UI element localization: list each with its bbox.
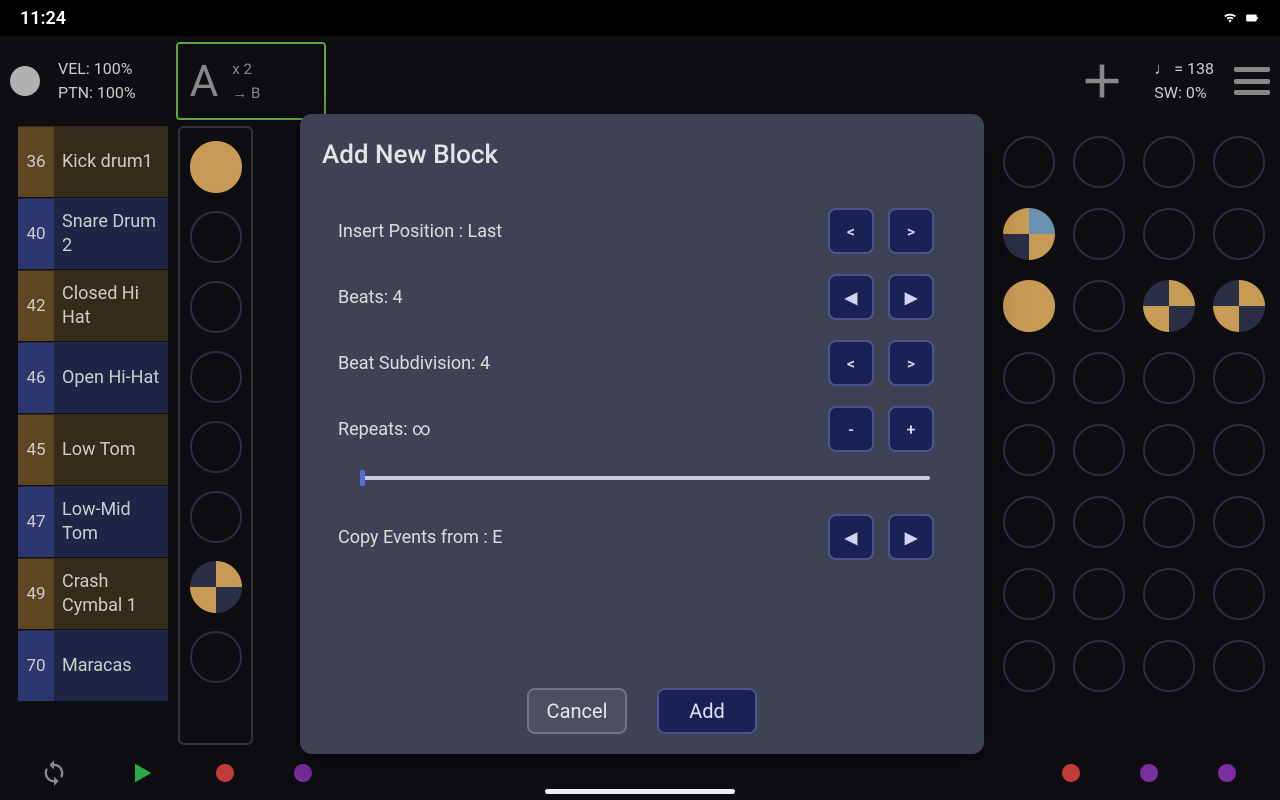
status-icons <box>1222 11 1260 25</box>
copy-from-row: Copy Events from : E ◀ ▶ <box>322 504 962 570</box>
app-root: VEL: 100% PTN: 100% A x 2 → B ♩ = 138 SW… <box>0 36 1280 800</box>
status-bar: 11:24 <box>0 0 1280 36</box>
insert-position-next-button[interactable]: > <box>888 208 934 254</box>
subdivision-next-button[interactable]: > <box>888 340 934 386</box>
add-block-dialog: Add New Block Insert Position : Last < >… <box>300 114 984 754</box>
wifi-icon <box>1222 11 1238 25</box>
beats-decrease-button[interactable]: ◀ <box>828 274 874 320</box>
battery-icon <box>1244 11 1260 25</box>
subdivision-row: Beat Subdivision: 4 < > <box>322 330 962 396</box>
cancel-button[interactable]: Cancel <box>527 688 627 734</box>
subdivision-prev-button[interactable]: < <box>828 340 874 386</box>
copy-from-prev-button[interactable]: ◀ <box>828 514 874 560</box>
subdivision-label: Beat Subdivision: 4 <box>338 353 828 374</box>
add-button[interactable]: Add <box>657 688 757 734</box>
home-indicator[interactable] <box>545 789 735 794</box>
copy-from-label: Copy Events from : E <box>338 527 828 548</box>
beats-increase-button[interactable]: ▶ <box>888 274 934 320</box>
repeats-decrease-button[interactable]: - <box>828 406 874 452</box>
dialog-actions: Cancel Add <box>300 688 984 734</box>
slider-thumb[interactable] <box>360 470 365 486</box>
repeats-row: Repeats: ∞ - + <box>322 396 962 462</box>
repeats-increase-button[interactable]: + <box>888 406 934 452</box>
modal-backdrop: Add New Block Insert Position : Last < >… <box>0 36 1280 800</box>
insert-position-prev-button[interactable]: < <box>828 208 874 254</box>
insert-position-row: Insert Position : Last < > <box>322 198 962 264</box>
beats-row: Beats: 4 ◀ ▶ <box>322 264 962 330</box>
copy-from-next-button[interactable]: ▶ <box>888 514 934 560</box>
beats-label: Beats: 4 <box>338 287 828 308</box>
status-time: 11:24 <box>20 8 66 29</box>
insert-position-label: Insert Position : Last <box>338 221 828 242</box>
dialog-title: Add New Block <box>322 140 962 170</box>
repeats-slider[interactable] <box>362 476 930 480</box>
repeats-label: Repeats: ∞ <box>338 419 828 440</box>
